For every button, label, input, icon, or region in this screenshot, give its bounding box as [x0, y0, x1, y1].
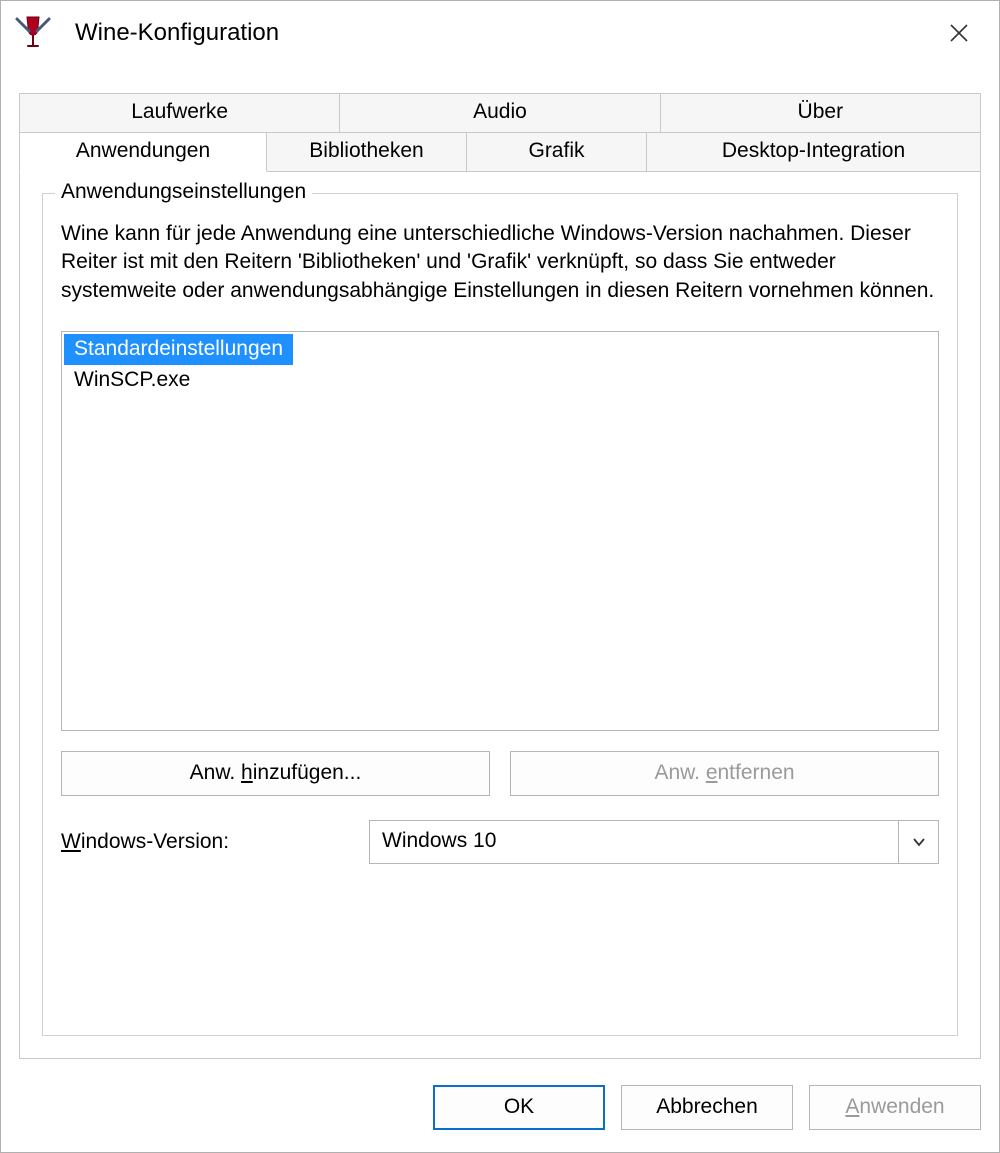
wine-app-icon	[13, 13, 53, 53]
remove-application-button: Anw. entfernen	[510, 751, 939, 796]
close-button[interactable]	[927, 5, 991, 61]
window-title: Wine-Konfiguration	[75, 19, 927, 47]
content-area: Laufwerke Audio Über Anwendungen Bibliot…	[1, 65, 999, 1069]
application-listbox[interactable]: Standardeinstellungen WinSCP.exe	[61, 331, 939, 731]
btn-label-mn: A	[845, 1095, 859, 1118]
windows-version-label: Windows-Version:	[61, 830, 351, 854]
tab-audio[interactable]: Audio	[340, 93, 660, 133]
tab-anwendungen[interactable]: Anwendungen	[19, 133, 267, 172]
list-item[interactable]: Standardeinstellungen	[64, 334, 293, 365]
btn-label-mn: h	[241, 761, 253, 784]
list-item[interactable]: WinSCP.exe	[64, 365, 200, 396]
app-button-row: Anw. hinzufügen... Anw. entfernen	[61, 751, 939, 796]
tab-panel-anwendungen: Anwendungseinstellungen Wine kann für je…	[19, 171, 981, 1059]
groupbox-anwendungseinstellungen: Anwendungseinstellungen Wine kann für je…	[42, 193, 958, 1036]
tab-desktop-integration[interactable]: Desktop-Integration	[647, 133, 981, 172]
btn-label-mn: e	[706, 761, 718, 784]
wine-config-window: Wine-Konfiguration Laufwerke Audio Über …	[0, 0, 1000, 1153]
ok-button[interactable]: OK	[433, 1085, 605, 1130]
btn-label-post: ntfernen	[718, 761, 795, 784]
btn-label-pre: Anw.	[654, 761, 705, 784]
tab-row-bottom: Anwendungen Bibliotheken Grafik Desktop-…	[19, 133, 981, 172]
cancel-button[interactable]: Abbrechen	[621, 1085, 793, 1130]
combo-dropdown-button[interactable]	[898, 821, 938, 863]
groupbox-legend: Anwendungseinstellungen	[55, 180, 312, 204]
dialog-buttons: OK Abbrechen Anwenden	[1, 1069, 999, 1152]
windows-version-row: Windows-Version: Windows 10	[61, 820, 939, 864]
combo-selected-value: Windows 10	[370, 821, 898, 863]
tab-ueber[interactable]: Über	[661, 93, 981, 133]
description-text: Wine kann für jede Anwendung eine unters…	[61, 220, 939, 305]
tab-bibliotheken[interactable]: Bibliotheken	[267, 133, 467, 172]
chevron-down-icon	[912, 835, 926, 849]
tab-row-top: Laufwerke Audio Über	[19, 93, 981, 133]
btn-label-pre: Anw.	[190, 761, 241, 784]
btn-label-rest: nwenden	[859, 1095, 944, 1118]
tabs: Laufwerke Audio Über Anwendungen Bibliot…	[19, 93, 981, 172]
tab-grafik[interactable]: Grafik	[467, 133, 647, 172]
add-application-button[interactable]: Anw. hinzufügen...	[61, 751, 490, 796]
close-icon	[949, 23, 969, 43]
label-rest: indows-Version:	[81, 830, 229, 853]
titlebar: Wine-Konfiguration	[1, 1, 999, 65]
label-mn: W	[61, 830, 81, 853]
tab-laufwerke[interactable]: Laufwerke	[19, 93, 340, 133]
windows-version-combobox[interactable]: Windows 10	[369, 820, 939, 864]
btn-label-post: inzufügen...	[253, 761, 362, 784]
apply-button: Anwenden	[809, 1085, 981, 1130]
